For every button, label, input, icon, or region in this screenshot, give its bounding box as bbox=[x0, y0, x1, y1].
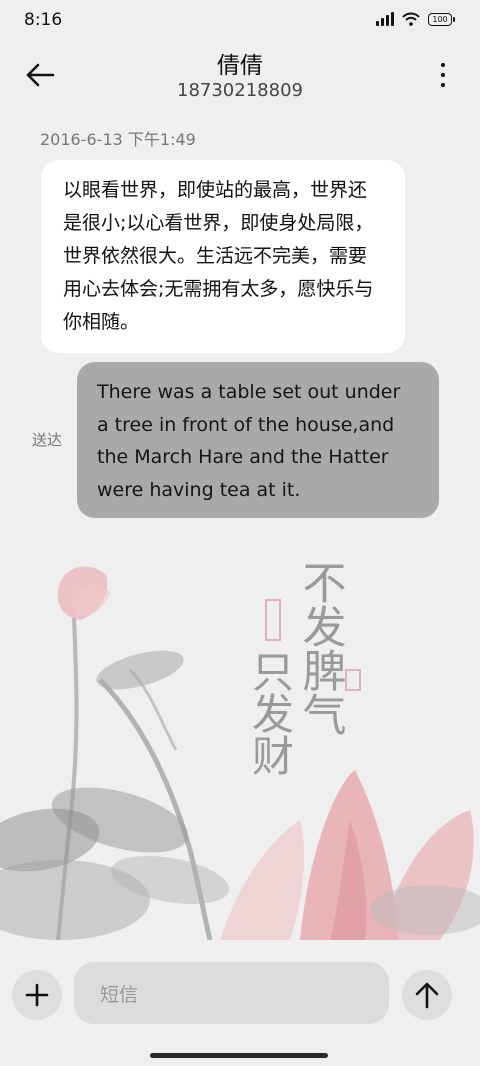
status-bar: 8:16 100 bbox=[0, 0, 480, 42]
more-vertical-icon bbox=[441, 63, 445, 67]
message-input[interactable]: 短信 bbox=[74, 962, 389, 1024]
battery-icon: 100 bbox=[428, 12, 455, 26]
arrow-up-icon bbox=[415, 982, 439, 1009]
incoming-message-bubble[interactable]: 以眼看世界，即使站的最高，世界还是很小;以心看世界，即使身处局限，世界依然很大。… bbox=[41, 160, 405, 353]
send-button[interactable] bbox=[402, 970, 452, 1020]
more-options-button[interactable] bbox=[436, 60, 450, 90]
calligraphy-line-1: 不发脾气 bbox=[295, 560, 346, 736]
calligraphy-line-2: 只发财 bbox=[246, 650, 295, 776]
delivery-status: 送达 bbox=[32, 431, 63, 449]
outgoing-message-bubble[interactable]: There was a table set out under a tree i… bbox=[77, 362, 439, 518]
home-indicator[interactable] bbox=[150, 1053, 328, 1058]
contact-phone-number: 18730218809 bbox=[177, 80, 303, 101]
status-icons: 100 bbox=[376, 12, 455, 26]
conversation-header: 倩倩 18730218809 bbox=[0, 42, 480, 112]
wallpaper-art: 不发脾气 只发财 bbox=[0, 520, 480, 941]
message-timestamp: 2016-6-13 下午1:49 bbox=[40, 130, 196, 149]
status-time: 8:16 bbox=[24, 10, 63, 30]
signal-icon bbox=[376, 12, 394, 26]
plus-icon bbox=[25, 983, 49, 1007]
wifi-icon bbox=[402, 12, 420, 26]
add-attachment-button[interactable] bbox=[12, 970, 62, 1020]
message-composer: 短信 bbox=[0, 940, 480, 1066]
contact-name: 倩倩 bbox=[217, 53, 263, 79]
